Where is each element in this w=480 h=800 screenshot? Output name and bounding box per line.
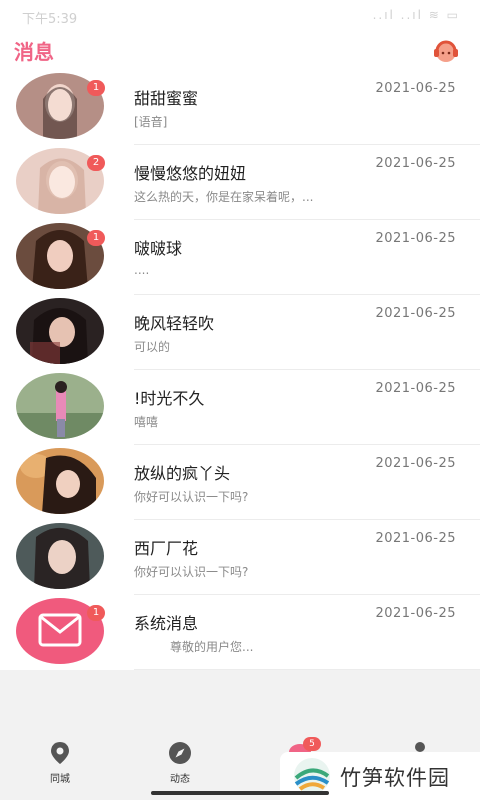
message-preview: 你好可以认识一下吗? bbox=[134, 565, 249, 579]
message-row[interactable]: 放纵的疯丫头 2021-06-25 你好可以认识一下吗? bbox=[0, 445, 480, 520]
page-header: 消息 bbox=[0, 30, 480, 70]
tab-unread-badge: 5 bbox=[303, 737, 321, 751]
watermark-logo-icon bbox=[294, 758, 330, 794]
status-bar: 下午5:39 ..ıl ..ıl ≋ ▭ bbox=[0, 0, 480, 30]
watermark-text: 竹笋软件园 bbox=[340, 766, 450, 790]
contact-name: 啵啵球 bbox=[134, 239, 183, 258]
avatar[interactable] bbox=[16, 523, 104, 589]
status-time: 下午5:39 bbox=[22, 12, 78, 27]
avatar[interactable] bbox=[16, 448, 104, 514]
customer-service-icon[interactable] bbox=[432, 37, 460, 65]
unread-badge: 1 bbox=[87, 230, 105, 246]
message-row[interactable]: 1 啵啵球 2021-06-25 .... bbox=[0, 220, 480, 295]
message-date: 2021-06-25 bbox=[375, 231, 456, 246]
message-row[interactable]: 1 甜甜蜜蜜 2021-06-25 [语音] bbox=[0, 70, 480, 145]
message-preview: [语音] bbox=[134, 115, 168, 129]
page-title: 消息 bbox=[14, 40, 54, 64]
message-row[interactable]: 晚风轻轻吹 2021-06-25 可以的 bbox=[0, 295, 480, 370]
contact-name: 慢慢悠悠的妞妞 bbox=[134, 164, 247, 183]
message-date: 2021-06-25 bbox=[375, 306, 456, 321]
message-date: 2021-06-25 bbox=[375, 606, 456, 621]
message-date: 2021-06-25 bbox=[375, 81, 456, 96]
tab-label: 同城 bbox=[50, 774, 70, 785]
unread-badge: 1 bbox=[87, 605, 105, 621]
message-row[interactable]: !时光不久 2021-06-25 嘻嘻 bbox=[0, 370, 480, 445]
location-pin-icon bbox=[51, 742, 69, 764]
avatar[interactable] bbox=[16, 373, 104, 439]
contact-name: 晚风轻轻吹 bbox=[134, 314, 215, 333]
contact-name: 系统消息 bbox=[134, 614, 199, 633]
message-date: 2021-06-25 bbox=[375, 456, 456, 471]
message-list: 1 甜甜蜜蜜 2021-06-25 [语音] 2 慢慢悠悠的妞妞 2021-06… bbox=[0, 70, 480, 670]
message-preview: 尊敬的用户您... bbox=[170, 640, 254, 654]
tab-moments[interactable]: 动态 bbox=[140, 738, 220, 794]
unread-badge: 2 bbox=[87, 155, 105, 171]
contact-name: !时光不久 bbox=[134, 389, 205, 408]
compass-icon bbox=[169, 742, 191, 764]
home-indicator bbox=[151, 791, 329, 795]
message-row[interactable]: 西厂厂花 2021-06-25 你好可以认识一下吗? bbox=[0, 520, 480, 595]
avatar[interactable] bbox=[16, 298, 104, 364]
message-preview: 可以的 bbox=[134, 340, 171, 354]
message-row[interactable]: 2 慢慢悠悠的妞妞 2021-06-25 这么热的天，你是在家呆着呢，... bbox=[0, 145, 480, 220]
divider bbox=[134, 669, 480, 670]
message-date: 2021-06-25 bbox=[375, 381, 456, 396]
tab-nearby[interactable]: 同城 bbox=[20, 738, 100, 794]
message-date: 2021-06-25 bbox=[375, 531, 456, 546]
unread-badge: 1 bbox=[87, 80, 105, 96]
status-icons: ..ıl ..ıl ≋ ▭ bbox=[372, 8, 460, 22]
contact-name: 西厂厂花 bbox=[134, 539, 199, 558]
message-row[interactable]: 1 系统消息 2021-06-25 尊敬的用户您... bbox=[0, 595, 480, 670]
message-preview: 嘻嘻 bbox=[134, 415, 159, 429]
contact-name: 甜甜蜜蜜 bbox=[134, 89, 199, 108]
message-preview: 这么热的天，你是在家呆着呢，... bbox=[134, 190, 314, 204]
message-preview: .... bbox=[134, 263, 150, 277]
contact-name: 放纵的疯丫头 bbox=[134, 464, 231, 483]
message-date: 2021-06-25 bbox=[375, 156, 456, 171]
message-preview: 你好可以认识一下吗? bbox=[134, 490, 249, 504]
tab-label: 动态 bbox=[170, 774, 190, 785]
